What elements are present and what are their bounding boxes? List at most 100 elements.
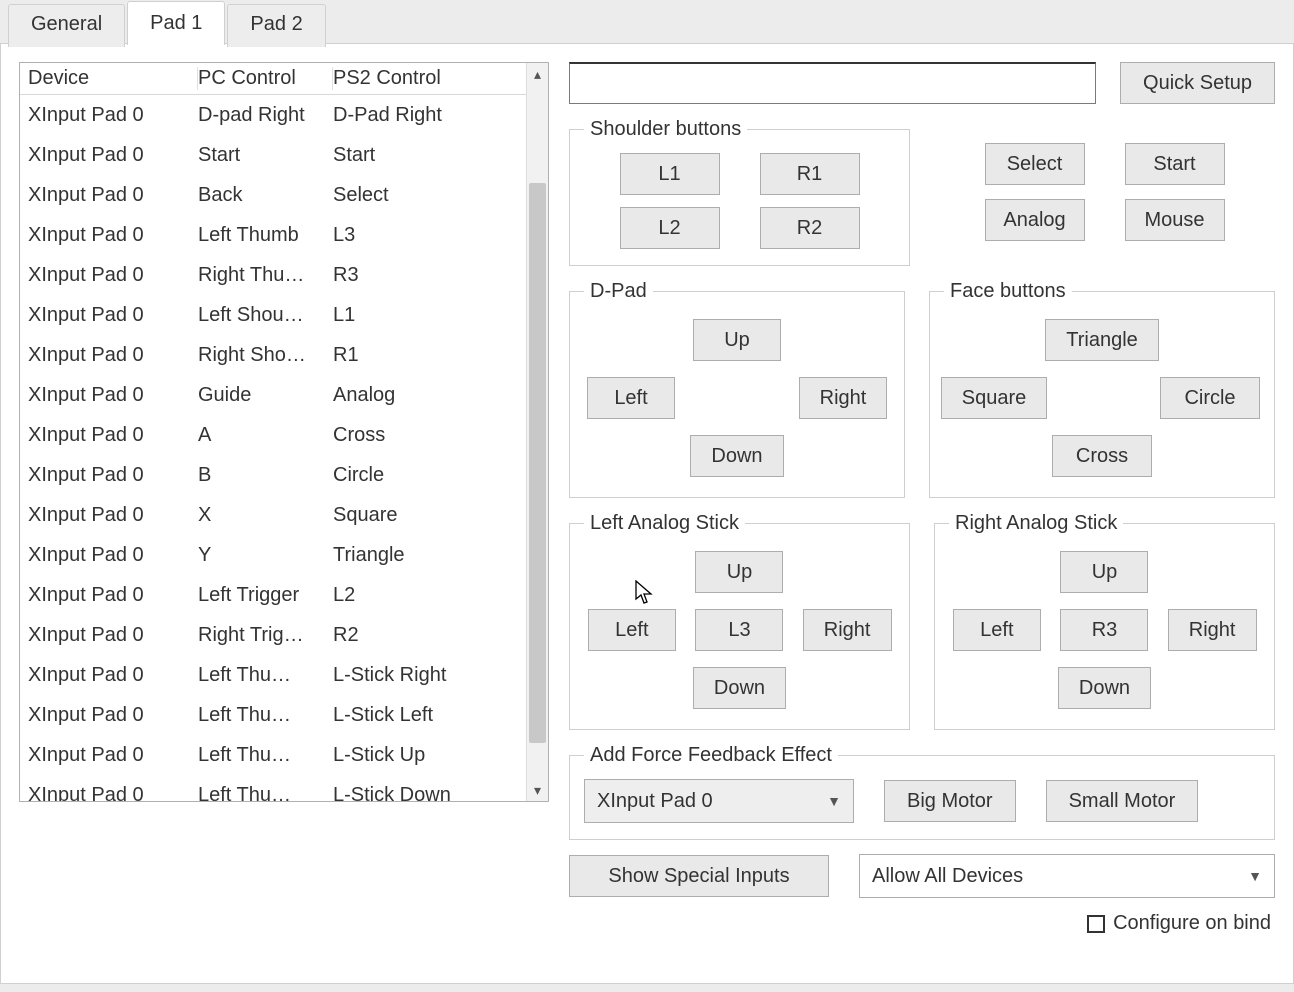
table-row[interactable]: XInput Pad 0XSquare (20, 495, 526, 535)
col-ps2[interactable]: PS2 Control (333, 67, 518, 90)
cell-device: XInput Pad 0 (28, 619, 198, 651)
configure-on-bind-checkbox[interactable] (1087, 915, 1105, 933)
group-rstick: Right Analog Stick Up Left R3 Right Down (934, 512, 1275, 730)
table-row[interactable]: XInput Pad 0Right Trig…R2 (20, 615, 526, 655)
configure-on-bind-label[interactable]: Configure on bind (1113, 912, 1271, 935)
chevron-down-icon: ▼ (827, 793, 841, 809)
table-row[interactable]: XInput Pad 0Left Thu…L-Stick Left (20, 695, 526, 735)
table-row[interactable]: XInput Pad 0ACross (20, 415, 526, 455)
group-face-label: Face buttons (944, 280, 1072, 303)
group-lstick-label: Left Analog Stick (584, 512, 745, 535)
start-button[interactable]: Start (1125, 143, 1225, 185)
small-motor-button[interactable]: Small Motor (1046, 780, 1199, 822)
cell-ps2: Triangle (333, 539, 518, 571)
dpad-down-button[interactable]: Down (690, 435, 783, 477)
scroll-up-icon[interactable]: ▴ (527, 63, 548, 85)
device-filter-select[interactable]: Allow All Devices ▼ (859, 854, 1275, 898)
group-shoulder: Shoulder buttons L1 R1 L2 R2 (569, 118, 910, 266)
quick-setup-button[interactable]: Quick Setup (1120, 62, 1275, 104)
r2-button[interactable]: R2 (760, 207, 860, 249)
table-row[interactable]: XInput Pad 0Left TriggerL2 (20, 575, 526, 615)
l1-button[interactable]: L1 (620, 153, 720, 195)
chevron-down-icon: ▼ (1248, 868, 1262, 884)
bindings-rows: XInput Pad 0D-pad RightD-Pad RightXInput… (20, 95, 526, 801)
cell-ps2: R1 (333, 339, 518, 371)
cell-pc: Back (198, 179, 333, 211)
ff-device-value: XInput Pad 0 (597, 790, 713, 813)
triangle-button[interactable]: Triangle (1045, 319, 1159, 361)
dpad-right-button[interactable]: Right (799, 377, 888, 419)
square-button[interactable]: Square (941, 377, 1048, 419)
scrollbar[interactable]: ▴ ▾ (526, 63, 548, 801)
cell-pc: B (198, 459, 333, 491)
lstick-up-button[interactable]: Up (695, 551, 783, 593)
cell-pc: Y (198, 539, 333, 571)
table-row[interactable]: XInput Pad 0YTriangle (20, 535, 526, 575)
rstick-down-button[interactable]: Down (1058, 667, 1151, 709)
cell-ps2: L-Stick Left (333, 699, 518, 731)
cell-ps2: R3 (333, 259, 518, 291)
table-row[interactable]: XInput Pad 0GuideAnalog (20, 375, 526, 415)
col-pc[interactable]: PC Control (198, 67, 333, 90)
cell-device: XInput Pad 0 (28, 139, 198, 171)
mouse-button[interactable]: Mouse (1125, 199, 1225, 241)
analog-button[interactable]: Analog (985, 199, 1085, 241)
tab-pad1[interactable]: Pad 1 (127, 1, 225, 45)
table-row[interactable]: XInput Pad 0BCircle (20, 455, 526, 495)
group-ff-label: Add Force Feedback Effect (584, 744, 838, 767)
cell-device: XInput Pad 0 (28, 339, 198, 371)
l3-button[interactable]: L3 (695, 609, 783, 651)
rstick-left-button[interactable]: Left (953, 609, 1041, 651)
scroll-down-icon[interactable]: ▾ (527, 779, 548, 801)
dpad-up-button[interactable]: Up (693, 319, 781, 361)
cell-ps2: Analog (333, 379, 518, 411)
device-filter-value: Allow All Devices (872, 865, 1023, 888)
l2-button[interactable]: L2 (620, 207, 720, 249)
table-row[interactable]: XInput Pad 0StartStart (20, 135, 526, 175)
cell-ps2: L-Stick Down (333, 779, 518, 801)
select-button[interactable]: Select (985, 143, 1085, 185)
cross-button[interactable]: Cross (1052, 435, 1152, 477)
group-rstick-label: Right Analog Stick (949, 512, 1123, 535)
tab-general[interactable]: General (8, 4, 125, 47)
lstick-left-button[interactable]: Left (588, 609, 676, 651)
table-row[interactable]: XInput Pad 0Right Thu…R3 (20, 255, 526, 295)
lstick-down-button[interactable]: Down (693, 667, 786, 709)
group-shoulder-label: Shoulder buttons (584, 118, 747, 141)
group-face: Face buttons Triangle Square Circle Cros… (929, 280, 1275, 498)
table-row[interactable]: XInput Pad 0D-pad RightD-Pad Right (20, 95, 526, 135)
cell-pc: Left Thumb (198, 219, 333, 251)
cell-pc: Right Trig… (198, 619, 333, 651)
col-device[interactable]: Device (28, 67, 198, 90)
scroll-thumb[interactable] (529, 183, 546, 743)
cell-pc: Guide (198, 379, 333, 411)
cell-pc: A (198, 419, 333, 451)
cell-pc: X (198, 499, 333, 531)
cell-device: XInput Pad 0 (28, 579, 198, 611)
circle-button[interactable]: Circle (1160, 377, 1260, 419)
cell-device: XInput Pad 0 (28, 779, 198, 801)
table-row[interactable]: XInput Pad 0BackSelect (20, 175, 526, 215)
table-row[interactable]: XInput Pad 0Left ThumbL3 (20, 215, 526, 255)
table-row[interactable]: XInput Pad 0Left Shou…L1 (20, 295, 526, 335)
ff-device-select[interactable]: XInput Pad 0 ▼ (584, 779, 854, 823)
big-motor-button[interactable]: Big Motor (884, 780, 1016, 822)
dpad-left-button[interactable]: Left (587, 377, 675, 419)
table-row[interactable]: XInput Pad 0Left Thu…L-Stick Up (20, 735, 526, 775)
bindings-list[interactable]: Device PC Control PS2 Control XInput Pad… (19, 62, 549, 802)
r3-button[interactable]: R3 (1060, 609, 1148, 651)
rstick-right-button[interactable]: Right (1168, 609, 1257, 651)
cell-pc: Start (198, 139, 333, 171)
table-row[interactable]: XInput Pad 0Right Sho…R1 (20, 335, 526, 375)
show-special-inputs-button[interactable]: Show Special Inputs (569, 855, 829, 897)
cell-ps2: Circle (333, 459, 518, 491)
search-input[interactable] (569, 62, 1096, 104)
cell-pc: Left Thu… (198, 779, 333, 801)
tab-pad2[interactable]: Pad 2 (227, 4, 325, 47)
rstick-up-button[interactable]: Up (1060, 551, 1148, 593)
lstick-right-button[interactable]: Right (803, 609, 892, 651)
r1-button[interactable]: R1 (760, 153, 860, 195)
table-row[interactable]: XInput Pad 0Left Thu…L-Stick Right (20, 655, 526, 695)
table-row[interactable]: XInput Pad 0Left Thu…L-Stick Down (20, 775, 526, 801)
cell-ps2: L1 (333, 299, 518, 331)
